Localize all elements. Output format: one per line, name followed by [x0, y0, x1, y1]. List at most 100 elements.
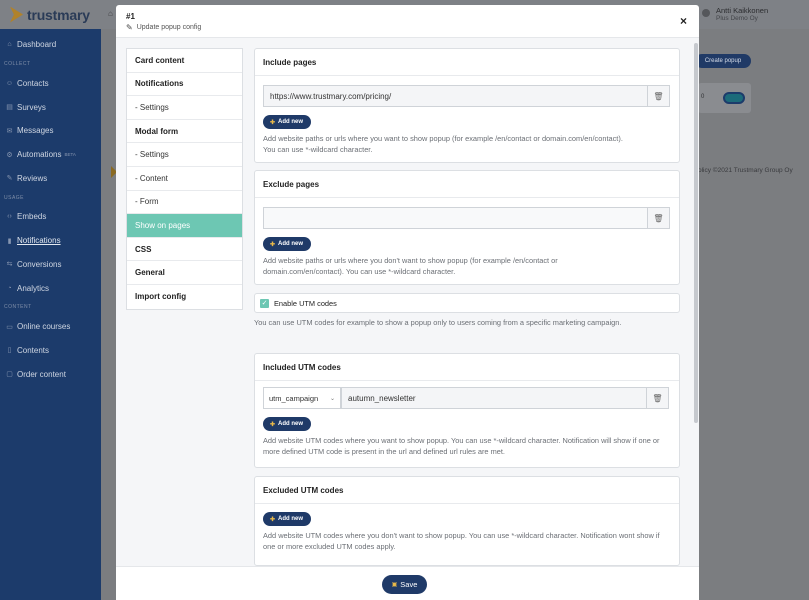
enable-utm-row[interactable]: ✓ Enable UTM codes [254, 293, 680, 313]
brand-logo[interactable]: trustmary [0, 0, 101, 29]
survey-icon: ▤ [6, 104, 13, 112]
trash-icon[interactable]: 🗑 [648, 85, 670, 107]
menu-notifications[interactable]: Notifications [127, 73, 242, 97]
home-icon[interactable]: ⌂ [108, 9, 113, 18]
include-pages-title: Include pages [255, 49, 679, 76]
sidebar-item-messages[interactable]: ✉ Messages [0, 119, 101, 143]
order-icon: ▢ [6, 371, 13, 379]
conversion-icon: ⇆ [6, 261, 13, 269]
utm-value-input[interactable]: autumn_newsletter [341, 387, 647, 409]
popup-config-modal: #1 ✎ Update popup config × Card content … [116, 5, 699, 600]
close-button[interactable]: × [680, 14, 687, 28]
users-icon: ☺ [5, 80, 14, 88]
modal-header: #1 ✎ Update popup config × [116, 5, 699, 38]
trustmary-logo-icon [10, 6, 23, 23]
included-utm-help: Add website UTM codes where you want to … [263, 436, 660, 456]
config-menu: Card content Notifications - Settings Mo… [126, 48, 243, 310]
sidebar-item-contents[interactable]: ▯ Contents [0, 339, 101, 363]
chevron-down-icon: ⌄ [329, 395, 335, 402]
mail-icon: ✉ [6, 127, 13, 135]
checkmark-icon[interactable]: ✓ [260, 298, 269, 308]
utm-param-select[interactable]: utm_campaign ⌄ [263, 387, 341, 409]
modal-footer: ▣ Save [116, 566, 699, 600]
code-icon: ‹› [7, 213, 12, 221]
include-page-input[interactable]: https://www.trustmary.com/pricing/ [263, 85, 648, 107]
scrollbar[interactable] [694, 43, 698, 423]
beta-badge: BETA [64, 152, 76, 158]
menu-card-content[interactable]: Card content [127, 49, 242, 73]
menu-show-on-pages[interactable]: Show on pages [127, 214, 242, 238]
excluded-utm-card: Excluded UTM codes ✚ Add new Add website… [254, 476, 680, 566]
include-page-row: https://www.trustmary.com/pricing/ 🗑 [263, 85, 670, 107]
sidebar-item-contacts[interactable]: ☺ Contacts [0, 72, 101, 96]
user-name: Antti Kaikkonen [716, 6, 769, 15]
sidebar-item-notifications[interactable]: ▮ Notifications [0, 229, 101, 253]
exclude-pages-card: Exclude pages 🗑 ✚ Add new Add website pa… [254, 170, 680, 285]
popup-active-toggle[interactable] [723, 92, 745, 104]
exclude-page-row: 🗑 [263, 207, 670, 229]
home-icon: ⌂ [7, 41, 12, 49]
automation-icon: ⚙ [6, 151, 13, 159]
sidebar-item-automations[interactable]: ⚙ Automations BETA [0, 143, 101, 167]
user-menu[interactable]: Antti Kaikkonen Plus Demo Oy [702, 6, 768, 22]
exclude-pages-help: Add website paths or urls where you don'… [263, 256, 558, 276]
modal-body: Card content Notifications - Settings Mo… [116, 38, 699, 566]
utm-help: You can use UTM codes for example to sho… [254, 318, 622, 327]
course-icon: ▭ [6, 323, 13, 331]
menu-general[interactable]: General [127, 261, 242, 285]
included-utm-card: Included UTM codes utm_campaign ⌄ autumn… [254, 353, 680, 468]
plus-icon: ✚ [270, 241, 276, 248]
excluded-utm-add-new-button[interactable]: ✚ Add new [263, 512, 312, 526]
menu-css[interactable]: CSS [127, 238, 242, 262]
edit-icon: ✎ [126, 23, 133, 32]
enable-utm-label: Enable UTM codes [274, 298, 337, 308]
save-icon: ▣ [391, 582, 398, 588]
plus-icon: ✚ [270, 516, 276, 523]
sidebar-section-usage: USAGE [4, 194, 25, 201]
menu-modal-content[interactable]: - Content [127, 167, 242, 191]
brand-name: trustmary [27, 6, 90, 23]
notification-icon: ▮ [7, 237, 12, 245]
include-pages-card: Include pages https://www.trustmary.com/… [254, 48, 680, 163]
avatar [702, 9, 710, 17]
menu-notifications-settings[interactable]: - Settings [127, 96, 242, 120]
plus-icon: ✚ [270, 421, 276, 428]
sidebar-item-analytics[interactable]: ◔ Analytics [0, 276, 101, 300]
trash-icon[interactable]: 🗑 [648, 207, 670, 229]
contents-icon: ▯ [7, 347, 12, 355]
menu-modal-form[interactable]: Modal form [127, 120, 242, 144]
sidebar-item-embeds[interactable]: ‹› Embeds [0, 205, 101, 229]
sidebar-item-online-courses[interactable]: ▭ Online courses [0, 315, 101, 339]
menu-import-config[interactable]: Import config [127, 285, 242, 309]
included-utm-row: utm_campaign ⌄ autumn_newsletter 🗑 [263, 387, 669, 409]
excluded-utm-help: Add website UTM codes where you don't wa… [263, 531, 660, 551]
menu-modal-form-sub[interactable]: - Form [127, 191, 242, 215]
trash-icon[interactable]: 🗑 [647, 387, 669, 409]
user-org: Plus Demo Oy [716, 15, 758, 22]
sidebar-item-reviews[interactable]: ✎ Reviews [0, 166, 101, 190]
footer-text: olicy ©2021 Trustmary Group Oy [698, 167, 793, 174]
exclude-page-input[interactable] [263, 207, 648, 229]
sidebar-section-collect: COLLECT [4, 61, 31, 68]
sidebar-item-conversions[interactable]: ⇆ Conversions [0, 253, 101, 277]
sidebar-item-surveys[interactable]: ▤ Surveys [0, 95, 101, 119]
sidebar-item-order-content[interactable]: ▢ Order content [0, 362, 101, 386]
sidebar-section-content: CONTENT [4, 304, 32, 311]
sidebar: trustmary ⌂ Dashboard COLLECT ☺ Contacts… [0, 0, 101, 600]
plus-icon: ✚ [270, 119, 276, 126]
reviews-icon: ✎ [6, 175, 13, 183]
modal-subtitle: ✎ Update popup config [126, 23, 202, 32]
include-pages-help: Add website paths or urls where you want… [263, 134, 623, 154]
menu-modal-settings[interactable]: - Settings [127, 143, 242, 167]
popup-count: 0 [701, 94, 705, 100]
analytics-icon: ◔ [7, 284, 12, 292]
save-button[interactable]: ▣ Save [382, 575, 427, 594]
include-add-new-button[interactable]: ✚ Add new [263, 115, 312, 129]
sidebar-item-dashboard[interactable]: ⌂ Dashboard [0, 33, 101, 57]
exclude-add-new-button[interactable]: ✚ Add new [263, 237, 312, 251]
excluded-utm-title: Excluded UTM codes [255, 477, 679, 504]
create-popup-button[interactable]: Create popup [695, 54, 751, 68]
included-utm-add-new-button[interactable]: ✚ Add new [263, 417, 312, 431]
exclude-pages-title: Exclude pages [255, 171, 679, 198]
modal-id: #1 [126, 12, 135, 21]
